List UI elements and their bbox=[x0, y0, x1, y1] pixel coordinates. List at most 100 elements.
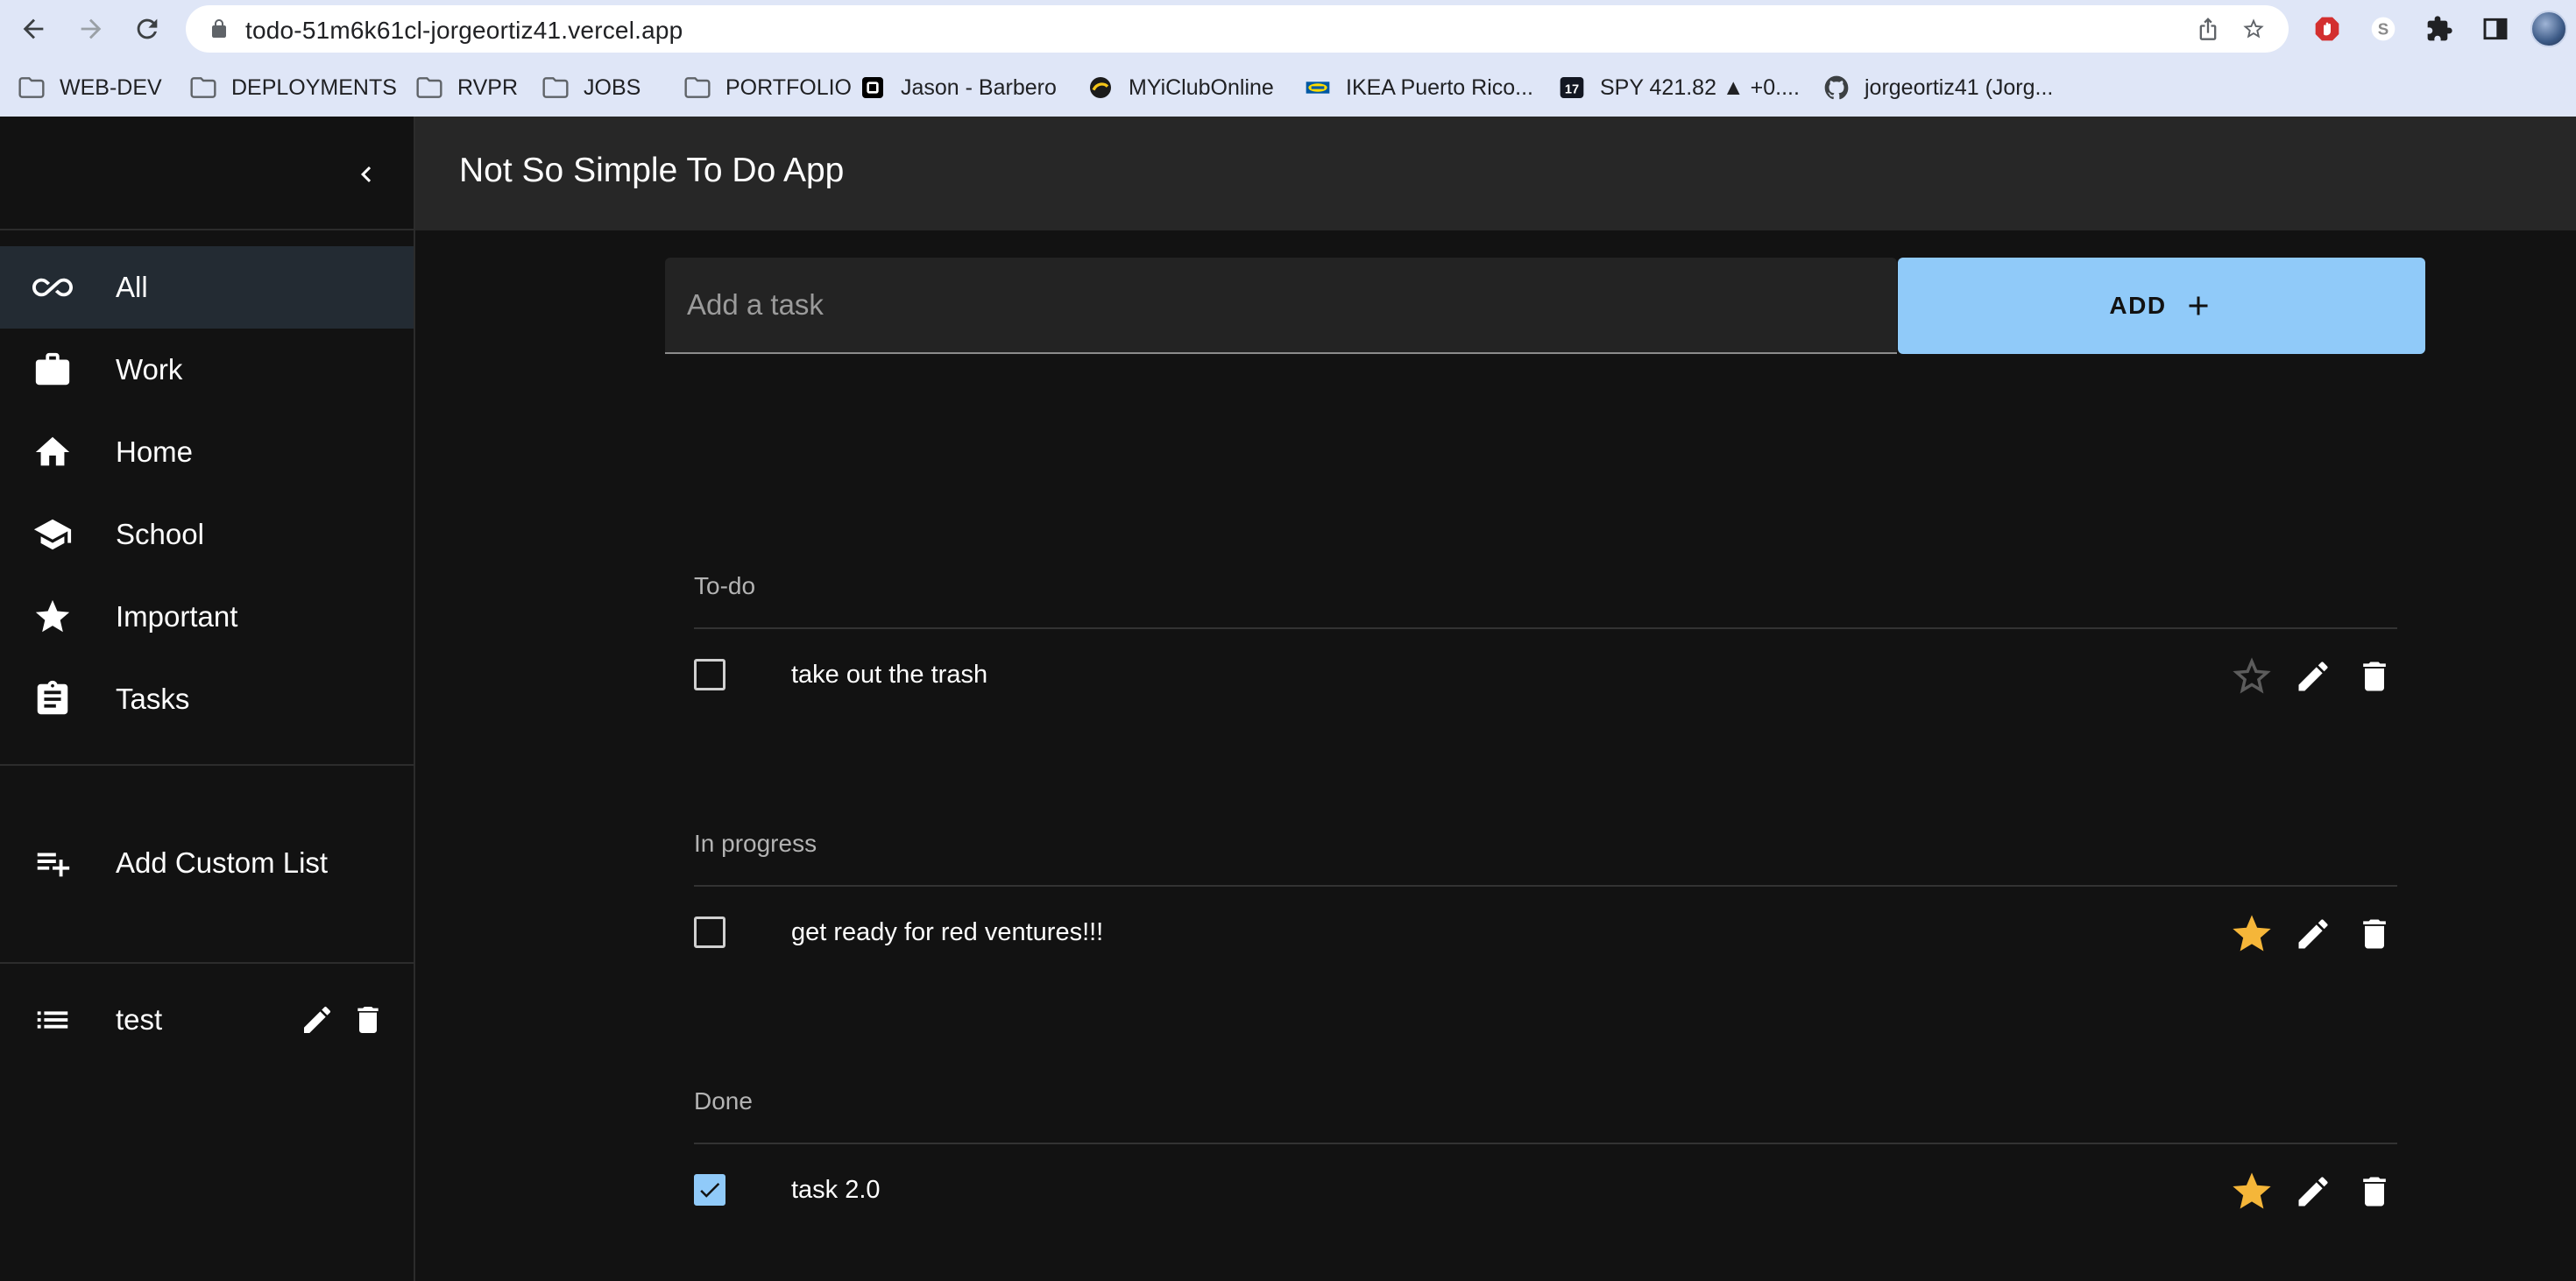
sidebar-item-important[interactable]: Important bbox=[0, 576, 414, 658]
bookmark-star-icon[interactable] bbox=[2241, 17, 2266, 41]
share-icon[interactable] bbox=[2196, 17, 2220, 41]
school-icon bbox=[32, 513, 74, 556]
bookmarks-bar: WEB-DEV DEPLOYMENTS RVPR JOBS PORTFOLIO Jason… bbox=[0, 58, 2576, 117]
bookmark-label: Jason - Barbero bbox=[901, 74, 1057, 100]
edit-task-button[interactable] bbox=[2290, 654, 2336, 699]
collapse-sidebar-button[interactable] bbox=[347, 155, 386, 194]
back-button[interactable] bbox=[14, 10, 53, 48]
plus-icon bbox=[2189, 296, 2208, 315]
bookmark-label: DEPLOYMENTS bbox=[231, 74, 397, 100]
important-toggle-button[interactable] bbox=[2229, 1169, 2275, 1214]
bookmark-label: PORTFOLIO bbox=[725, 74, 853, 100]
bookmark-label: jorgeortiz41 (Jorg... bbox=[1865, 74, 2054, 100]
reload-icon bbox=[137, 18, 158, 39]
sidebar-item-tasks[interactable]: Tasks bbox=[0, 658, 414, 740]
club-logo-icon bbox=[1086, 74, 1115, 102]
sidebar-item-home[interactable]: Home bbox=[0, 411, 414, 493]
bookmark-label: JOBS bbox=[584, 74, 641, 100]
bookmark-item[interactable]: PORTFOLIO bbox=[683, 72, 852, 103]
todo-app: All Work Home School Important Tasks Add… bbox=[0, 117, 2576, 1281]
task-actions bbox=[2213, 911, 2397, 957]
edit-list-button[interactable] bbox=[298, 1001, 336, 1039]
delete-task-button[interactable] bbox=[2352, 911, 2397, 957]
delete-list-button[interactable] bbox=[349, 1001, 387, 1039]
task-checkbox[interactable] bbox=[694, 917, 725, 948]
ikea-logo-icon bbox=[1304, 74, 1332, 102]
bookmark-label: SPY 421.82 ▲ +0.... bbox=[1600, 74, 1800, 100]
edit-task-button[interactable] bbox=[2290, 911, 2336, 957]
browser-toolbar: todo-51m6k61cl-jorgeortiz41.vercel.app S bbox=[0, 0, 2576, 58]
bookmark-item[interactable]: Jason - Barbero bbox=[859, 72, 1057, 103]
section-title: In progress bbox=[694, 830, 817, 857]
sidebar-item-label: School bbox=[116, 518, 204, 550]
list-icon bbox=[32, 999, 74, 1041]
bookmark-item[interactable]: jorgeortiz41 (Jorg... bbox=[1822, 72, 2053, 103]
sidebar-item-label: Tasks bbox=[116, 683, 190, 715]
bookmark-item[interactable]: MYiClubOnline bbox=[1086, 72, 1274, 103]
custom-list-actions bbox=[298, 1001, 387, 1039]
pencil-icon bbox=[304, 1006, 331, 1033]
url-text: todo-51m6k61cl-jorgeortiz41.vercel.app bbox=[245, 17, 683, 44]
add-task-button[interactable]: ADD bbox=[1898, 258, 2425, 354]
arrow-left-icon bbox=[23, 18, 44, 39]
bookmark-item[interactable]: DEPLOYMENTS bbox=[189, 72, 397, 103]
folder-icon bbox=[683, 74, 711, 102]
lock-icon bbox=[212, 19, 226, 38]
folder-icon bbox=[189, 74, 217, 102]
bookmark-label: RVPR bbox=[457, 74, 519, 100]
task-actions bbox=[2213, 1169, 2397, 1214]
star-filled-icon bbox=[2233, 915, 2271, 952]
adblock-icon bbox=[2315, 17, 2339, 41]
sidebar-item-label: Important bbox=[116, 600, 238, 633]
sidebar-header bbox=[0, 117, 415, 230]
extensions-button[interactable] bbox=[2424, 13, 2455, 45]
task-text: task 2.0 bbox=[791, 1176, 881, 1204]
app-bar: Not So Simple To Do App bbox=[415, 117, 2576, 230]
sidebar: All Work Home School Important Tasks Add… bbox=[0, 117, 415, 1281]
bookmark-item[interactable]: WEB-DEV bbox=[18, 72, 162, 103]
folder-icon bbox=[415, 74, 443, 102]
checkmark-icon bbox=[700, 1182, 720, 1198]
main-content: ADD To-do take out the trash In progress bbox=[415, 230, 2576, 1281]
custom-list-test[interactable]: test bbox=[0, 979, 414, 1061]
star-filled-icon bbox=[2233, 1172, 2271, 1209]
sidebar-item-work[interactable]: Work bbox=[0, 329, 414, 411]
puzzle-icon bbox=[2427, 16, 2452, 41]
sidebar-item-school[interactable]: School bbox=[0, 493, 414, 576]
task-row: task 2.0 bbox=[694, 1144, 2397, 1236]
forward-button[interactable] bbox=[72, 10, 110, 48]
task-text: take out the trash bbox=[791, 661, 988, 689]
sidebar-item-all[interactable]: All bbox=[0, 246, 414, 329]
infinity-icon bbox=[32, 266, 74, 308]
s-logo-icon: S bbox=[2371, 17, 2396, 41]
sidebar-divider bbox=[0, 764, 414, 766]
reload-button[interactable] bbox=[128, 10, 166, 48]
trash-icon bbox=[2363, 919, 2386, 949]
adblock-extension-button[interactable] bbox=[2311, 13, 2343, 45]
bookmark-item[interactable]: JOBS bbox=[541, 72, 640, 103]
profile-avatar[interactable] bbox=[2530, 11, 2567, 47]
edit-task-button[interactable] bbox=[2290, 1169, 2336, 1214]
bookmark-label: MYiClubOnline bbox=[1129, 74, 1274, 100]
bookmark-item[interactable]: RVPR bbox=[415, 72, 518, 103]
address-bar[interactable]: todo-51m6k61cl-jorgeortiz41.vercel.app bbox=[186, 5, 2289, 53]
delete-task-button[interactable] bbox=[2352, 1169, 2397, 1214]
bookmark-item[interactable]: 17 SPY 421.82 ▲ +0.... bbox=[1558, 72, 1800, 103]
section-title: Done bbox=[694, 1087, 753, 1115]
delete-task-button[interactable] bbox=[2352, 654, 2397, 699]
square-logo-icon bbox=[859, 74, 887, 102]
side-panel-icon bbox=[2483, 18, 2508, 40]
bookmark-item[interactable]: IKEA Puerto Rico... bbox=[1304, 72, 1533, 103]
task-checkbox[interactable] bbox=[694, 1174, 725, 1206]
important-toggle-button[interactable] bbox=[2229, 654, 2275, 699]
sidebar-divider bbox=[0, 962, 414, 964]
add-task-input[interactable] bbox=[665, 258, 1897, 352]
important-toggle-button[interactable] bbox=[2229, 911, 2275, 957]
add-custom-list-button[interactable]: Add Custom List bbox=[0, 822, 414, 904]
playlist-add-icon bbox=[32, 842, 74, 884]
s-extension-button[interactable]: S bbox=[2367, 13, 2399, 45]
side-panel-button[interactable] bbox=[2480, 13, 2511, 45]
task-checkbox[interactable] bbox=[694, 659, 725, 690]
pencil-icon bbox=[2298, 1177, 2328, 1207]
svg-text:S: S bbox=[2378, 20, 2388, 39]
